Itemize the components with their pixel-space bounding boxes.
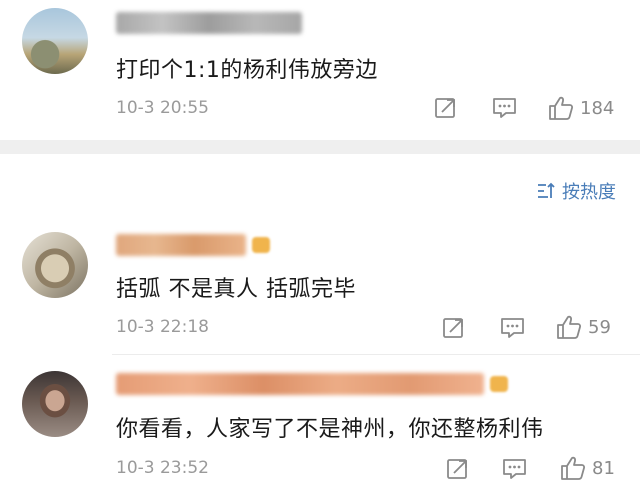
like-count: 81 <box>592 457 615 479</box>
sort-icon <box>538 182 555 198</box>
share-button[interactable] <box>434 96 458 120</box>
sort-by-hot-button[interactable]: 按热度 <box>536 178 616 204</box>
avatar[interactable] <box>22 371 88 437</box>
sort-label: 按热度 <box>562 182 616 203</box>
like-count: 59 <box>588 316 611 338</box>
comment-timestamp: 10-3 22:18 <box>116 317 209 337</box>
avatar[interactable] <box>22 232 88 298</box>
comment-text: 括弧 不是真人 括弧完毕 <box>116 277 356 302</box>
share-button[interactable] <box>442 316 466 340</box>
comment-timestamp: 10-3 20:55 <box>116 98 209 118</box>
username-blurred[interactable] <box>116 234 246 256</box>
thumbs-up-icon <box>549 96 574 120</box>
badge-icon <box>490 376 508 392</box>
section-separator <box>0 140 640 154</box>
avatar[interactable] <box>22 8 88 74</box>
comment-icon <box>503 459 526 479</box>
comment-icon <box>493 98 516 118</box>
comment-text: 打印个1:1的杨利伟放旁边 <box>116 58 378 83</box>
thumbs-up-icon <box>557 315 582 339</box>
comment-text: 你看看，人家写了不是神州，你还整杨利伟 <box>116 417 544 442</box>
like-button[interactable]: 59 <box>556 314 611 340</box>
comment-item: 你看看，人家写了不是神州，你还整杨利伟 10-3 23:52 81 <box>0 355 640 488</box>
share-button[interactable] <box>446 457 470 481</box>
comment-timestamp: 10-3 23:52 <box>116 458 209 478</box>
like-button[interactable]: 184 <box>548 95 614 121</box>
username-blurred[interactable] <box>116 12 302 34</box>
like-button[interactable]: 81 <box>560 455 615 481</box>
username-blurred[interactable] <box>116 373 484 395</box>
reply-button[interactable] <box>492 96 518 120</box>
comment-icon <box>501 318 524 338</box>
reply-button[interactable] <box>502 457 528 481</box>
badge-icon <box>252 237 270 253</box>
comment-item: 括弧 不是真人 括弧完毕 10-3 22:18 59 <box>0 220 640 354</box>
reply-button[interactable] <box>500 316 526 340</box>
like-count: 184 <box>580 97 615 119</box>
share-icon <box>443 318 463 338</box>
share-icon <box>435 98 455 118</box>
comment-item: 打印个1:1的杨利伟放旁边 10-3 20:55 184 <box>0 0 640 140</box>
share-icon <box>447 459 467 479</box>
thumbs-up-icon <box>561 456 586 480</box>
